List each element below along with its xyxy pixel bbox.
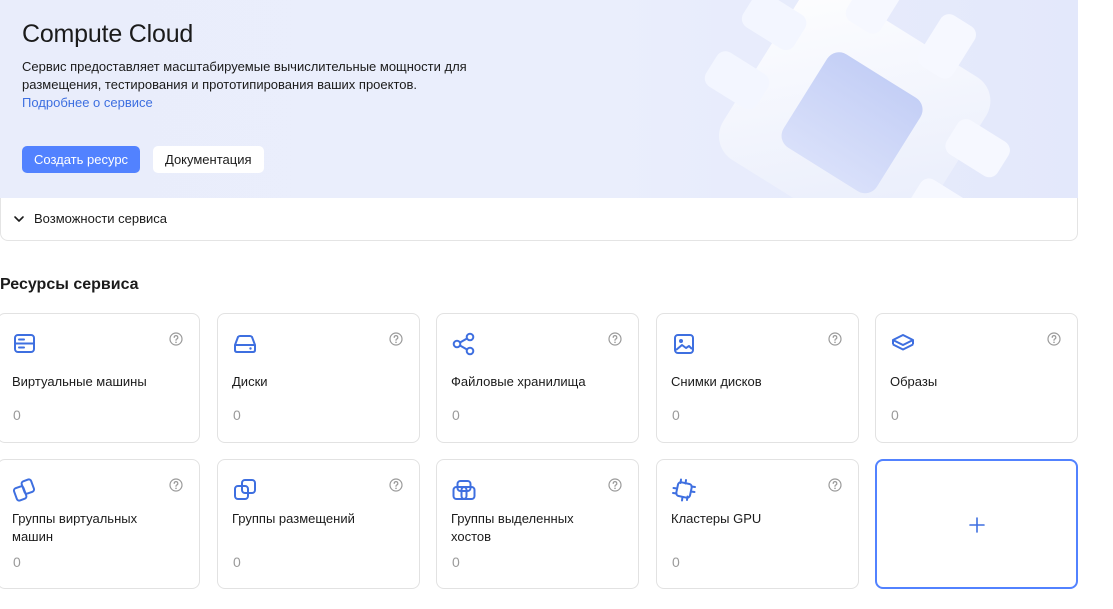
resource-card-placement-groups[interactable]: Группы размещений 0 (217, 459, 420, 589)
learn-more-link[interactable]: Подробнее о сервисе (22, 95, 153, 110)
chevron-down-icon (14, 216, 24, 222)
server-icon (14, 334, 35, 353)
page-title: Compute Cloud (22, 20, 194, 48)
resource-card-disks[interactable]: Диски 0 (217, 313, 420, 443)
help-icon[interactable] (608, 332, 622, 346)
resource-count: 0 (13, 554, 21, 570)
placement-group-icon (234, 479, 256, 500)
vm-group-icon (12, 478, 36, 502)
documentation-button[interactable]: Документация (153, 146, 264, 173)
resource-card-disk-snapshots[interactable]: Снимки дисков 0 (656, 313, 859, 443)
help-icon[interactable] (828, 332, 842, 346)
service-features-label: Возможности сервиса (34, 211, 168, 226)
resource-count: 0 (452, 554, 460, 570)
resource-count: 0 (891, 407, 899, 423)
resource-card-file-storages[interactable]: Файловые хранилища 0 (436, 313, 639, 443)
resource-name: Группы размещений (232, 511, 355, 526)
plus-icon (969, 517, 985, 533)
resource-count: 0 (13, 407, 21, 423)
chip-illustration (704, 0, 1010, 198)
resource-name: Группы виртуальных машин (12, 511, 138, 544)
resource-name: Виртуальные машины (12, 374, 147, 389)
resource-name: Диски (232, 374, 268, 389)
resource-card-virtual-machines[interactable]: Виртуальные машины 0 (0, 313, 200, 443)
resource-count: 0 (672, 407, 680, 423)
resource-name: Кластеры GPU (671, 511, 762, 526)
resource-count: 0 (672, 554, 680, 570)
resource-name: Файловые хранилища (451, 374, 586, 389)
help-icon[interactable] (169, 332, 183, 346)
gpu-chip-icon (672, 478, 696, 502)
image-icon (674, 334, 694, 354)
help-icon[interactable] (389, 478, 403, 492)
help-icon[interactable] (1047, 332, 1061, 346)
add-resource-card[interactable] (875, 459, 1078, 589)
resource-name: Снимки дисков (671, 374, 762, 389)
resource-count: 0 (233, 554, 241, 570)
resource-card-gpu-clusters[interactable]: Кластеры GPU 0 (656, 459, 859, 589)
help-icon[interactable] (608, 478, 622, 492)
resource-name: Образы (890, 374, 938, 389)
resource-card-vm-groups[interactable]: Группы виртуальных машин 0 (0, 459, 200, 589)
resource-count: 0 (452, 407, 460, 423)
service-features-toggle[interactable]: Возможности сервиса (0, 198, 1078, 241)
resource-card-images[interactable]: Образы 0 (875, 313, 1078, 443)
disk-icon (234, 335, 256, 353)
layers-icon (892, 334, 914, 351)
share-nodes-icon (452, 332, 475, 356)
help-icon[interactable] (169, 478, 183, 492)
create-resource-button[interactable]: Создать ресурс (22, 146, 141, 173)
service-description: Сервис предоставляет масштабируемые вычи… (22, 59, 467, 92)
hero-banner: Compute Cloud Сервис предоставляет масшт… (0, 0, 1078, 198)
resources-section-title: Ресурсы сервиса (0, 276, 139, 293)
help-icon[interactable] (828, 478, 842, 492)
host-group-icon (452, 480, 476, 500)
resource-name: Группы выделенных хостов (451, 511, 574, 544)
resource-card-dedicated-host-groups[interactable]: Группы выделенных хостов 0 (436, 459, 639, 589)
resource-count: 0 (233, 407, 241, 423)
help-icon[interactable] (389, 332, 403, 346)
